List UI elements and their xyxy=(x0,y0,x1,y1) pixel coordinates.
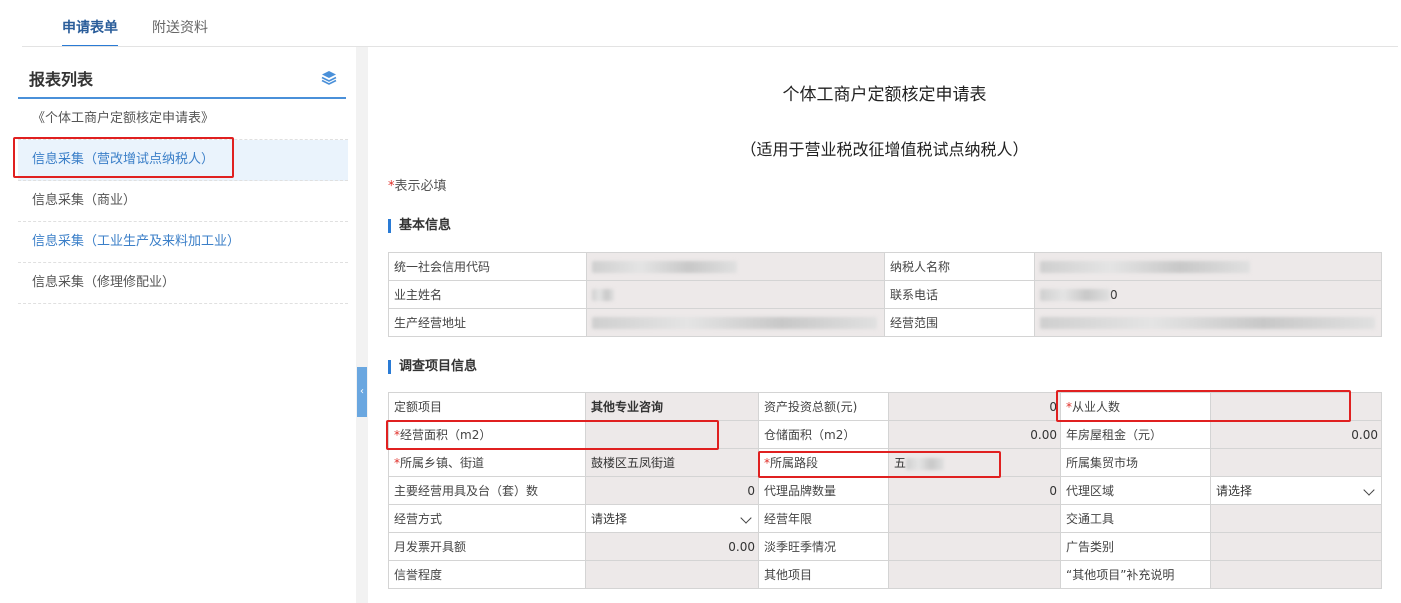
section-survey-info: 调查项目信息 xyxy=(388,360,477,374)
town-street-label: *所属乡镇、街道 xyxy=(388,448,586,477)
section-basic-info: 基本信息 xyxy=(388,219,451,233)
survey-info-table: 定额项目 其他专业咨询 资产投资总额(元) 0 *从业人数 *经营面积（m2） … xyxy=(388,392,1382,589)
brand-count-label: 代理品牌数量 xyxy=(758,476,889,505)
road-section-label: *所属路段 xyxy=(758,448,889,477)
monthly-invoice-field[interactable]: 0.00 xyxy=(585,532,759,561)
sidebar-item-repair[interactable]: 信息采集（修理修配业） xyxy=(18,263,348,304)
sidebar-header: 报表列表 xyxy=(18,60,346,99)
quota-item-label: 定额项目 xyxy=(388,392,586,421)
road-section-field[interactable]: 五 xyxy=(888,448,1061,477)
sidebar-item-quota-form[interactable]: 《个体工商户定额核定申请表》 xyxy=(18,99,348,140)
table-row: 业主姓名 联系电话 0 xyxy=(388,280,1382,309)
other-items-note-label: “其他项目”补充说明 xyxy=(1060,560,1211,589)
table-row: 经营方式 请选择 经营年限 交通工具 xyxy=(388,504,1382,533)
table-row: 生产经营地址 经营范围 xyxy=(388,308,1382,337)
business-mode-select[interactable]: 请选择 xyxy=(585,504,759,533)
required-note: *表示必填 xyxy=(388,175,447,194)
credit-code-field xyxy=(586,252,885,281)
table-row: 定额项目 其他专业咨询 资产投资总额(元) 0 *从业人数 xyxy=(388,392,1382,421)
transport-field[interactable] xyxy=(1210,504,1382,533)
table-row: 信誉程度 其他项目 “其他项目”补充说明 xyxy=(388,560,1382,589)
town-street-field: 鼓楼区五凤街道 xyxy=(585,448,759,477)
taxpayer-name-field xyxy=(1034,252,1382,281)
top-tabs: 申请表单 附送资料 xyxy=(0,0,1401,47)
scope-field xyxy=(1034,308,1382,337)
employees-label: *从业人数 xyxy=(1060,392,1211,421)
credit-code-label: 统一社会信用代码 xyxy=(388,252,587,281)
annual-rent-label: 年房屋租金（元） xyxy=(1060,420,1211,449)
tools-count-field[interactable]: 0 xyxy=(585,476,759,505)
brand-count-field[interactable]: 0 xyxy=(888,476,1061,505)
other-items-note-field[interactable] xyxy=(1210,560,1382,589)
address-label: 生产经营地址 xyxy=(388,308,587,337)
market-label: 所属集贸市场 xyxy=(1060,448,1211,477)
market-field[interactable] xyxy=(1210,448,1382,477)
layers-icon[interactable] xyxy=(320,69,338,87)
agent-area-label: 代理区域 xyxy=(1060,476,1211,505)
address-field xyxy=(586,308,885,337)
table-row: *所属乡镇、街道 鼓楼区五凤街道 *所属路段 五 所属集贸市场 xyxy=(388,448,1382,477)
asset-total-field[interactable]: 0 xyxy=(888,392,1061,421)
annual-rent-field[interactable]: 0.00 xyxy=(1210,420,1382,449)
storage-area-field[interactable]: 0.00 xyxy=(888,420,1061,449)
owner-name-label: 业主姓名 xyxy=(388,280,587,309)
table-row: 统一社会信用代码 纳税人名称 xyxy=(388,252,1382,281)
taxpayer-name-label: 纳税人名称 xyxy=(884,252,1035,281)
credit-level-label: 信誉程度 xyxy=(388,560,586,589)
employees-field[interactable] xyxy=(1210,392,1382,421)
table-row: 月发票开具额 0.00 淡季旺季情况 广告类别 xyxy=(388,532,1382,561)
asset-total-label: 资产投资总额(元) xyxy=(758,392,889,421)
form-subtitle: （适用于营业税改征增值税试点纳税人） xyxy=(740,140,1029,159)
business-area-field[interactable] xyxy=(585,420,759,449)
tools-count-label: 主要经营用具及台（套）数 xyxy=(388,476,586,505)
sidebar-item-vat-pilot[interactable]: 信息采集（营改增试点纳税人） xyxy=(18,140,348,181)
season-label: 淡季旺季情况 xyxy=(758,532,889,561)
quota-item-field: 其他专业咨询 xyxy=(585,392,759,421)
business-years-field[interactable] xyxy=(888,504,1061,533)
transport-label: 交通工具 xyxy=(1060,504,1211,533)
table-row: *经营面积（m2） 仓储面积（m2） 0.00 年房屋租金（元） 0.00 xyxy=(388,420,1382,449)
business-mode-label: 经营方式 xyxy=(388,504,586,533)
business-area-label: *经营面积（m2） xyxy=(388,420,586,449)
chevron-down-icon xyxy=(1363,484,1375,496)
business-years-label: 经营年限 xyxy=(758,504,889,533)
basic-info-table: 统一社会信用代码 纳税人名称 业主姓名 联系电话 0 生产经营地址 经营范围 xyxy=(388,252,1382,337)
phone-suffix: 0 xyxy=(1110,287,1118,302)
panel-divider xyxy=(356,47,368,603)
phone-label: 联系电话 xyxy=(884,280,1035,309)
credit-level-field[interactable] xyxy=(585,560,759,589)
tab-application-form[interactable]: 申请表单 xyxy=(62,17,118,47)
scope-label: 经营范围 xyxy=(884,308,1035,337)
other-items-field[interactable] xyxy=(888,560,1061,589)
table-row: 主要经营用具及台（套）数 0 代理品牌数量 0 代理区域 请选择 xyxy=(388,476,1382,505)
sidebar-item-commerce[interactable]: 信息采集（商业） xyxy=(18,181,348,222)
main-form-area: 个体工商户定额核定申请表 （适用于营业税改征增值税试点纳税人） *表示必填 基本… xyxy=(368,47,1401,603)
form-title: 个体工商户定额核定申请表 xyxy=(782,85,987,105)
storage-area-label: 仓储面积（m2） xyxy=(758,420,889,449)
required-note-text: 表示必填 xyxy=(394,179,447,194)
phone-field: 0 xyxy=(1034,280,1382,309)
season-field[interactable] xyxy=(888,532,1061,561)
agent-area-select[interactable]: 请选择 xyxy=(1210,476,1382,505)
sidebar-item-industry[interactable]: 信息采集（工业生产及来料加工业） xyxy=(18,222,348,263)
ad-category-field[interactable] xyxy=(1210,532,1382,561)
monthly-invoice-label: 月发票开具额 xyxy=(388,532,586,561)
ad-category-label: 广告类别 xyxy=(1060,532,1211,561)
sidebar-title: 报表列表 xyxy=(29,70,94,89)
other-items-label: 其他项目 xyxy=(758,560,889,589)
tab-attachments[interactable]: 附送资料 xyxy=(152,17,208,47)
owner-name-field xyxy=(586,280,885,309)
chevron-down-icon xyxy=(740,512,752,524)
chevron-left-icon[interactable]: ‹ xyxy=(357,367,367,417)
report-list-sidebar: 报表列表 《个体工商户定额核定申请表》 信息采集（营改增试点纳税人） 信息采集（… xyxy=(18,60,348,310)
